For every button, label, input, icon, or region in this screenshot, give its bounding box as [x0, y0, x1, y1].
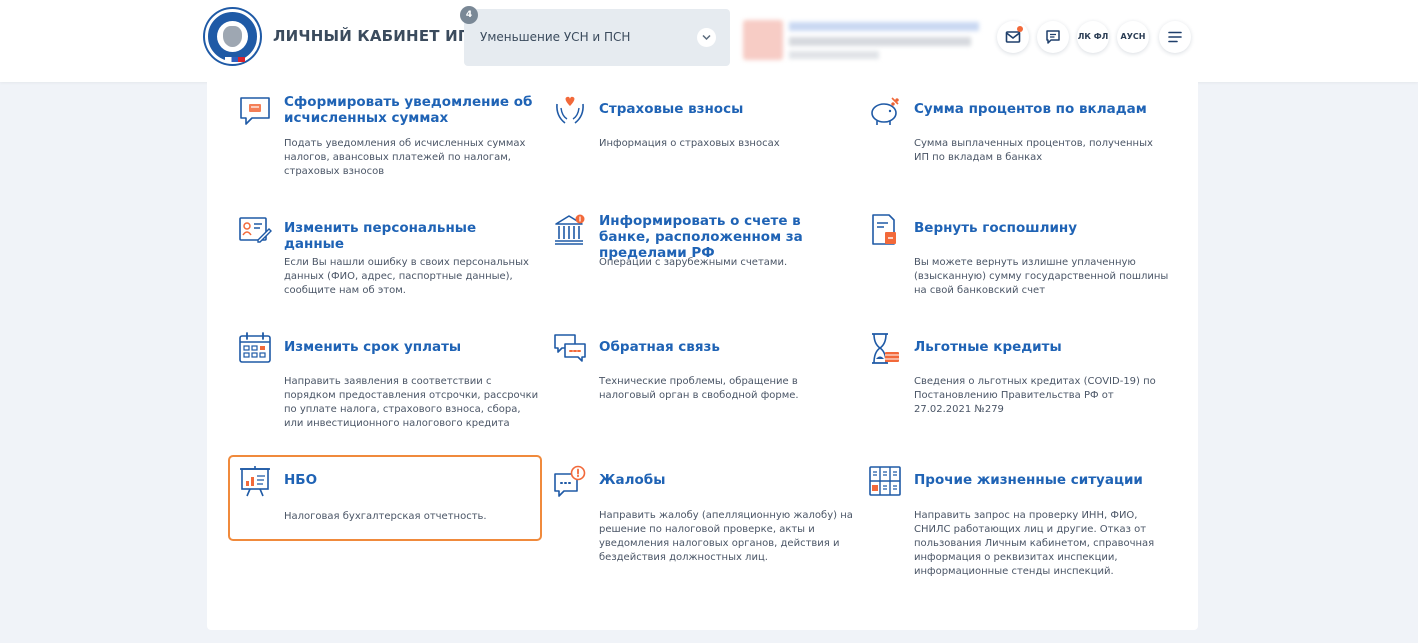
card-desc: Информация о страховых взносах [599, 138, 780, 149]
card-desc: Направить заявления в соответствии с пор… [284, 376, 539, 429]
lk-fl-button[interactable]: ЛК ФЛ [1077, 21, 1109, 53]
card-desc: Операции с зарубежными счетами. [599, 257, 788, 268]
hourglass-money-icon [872, 333, 899, 364]
complaint-bubble-icon [554, 465, 586, 497]
dropdown-selected-value: Уменьшение УСН и ПСН [480, 30, 631, 44]
chevron-down-icon[interactable] [697, 28, 716, 47]
piggy-bank-icon [871, 97, 899, 125]
card-desc: Технические проблемы, обращение в налого… [599, 376, 799, 401]
taxpayer-mode-dropdown[interactable]: 4 Уменьшение УСН и ПСН [460, 6, 730, 66]
card-title[interactable]: Вернуть госпошлину [914, 220, 1164, 236]
presentation-chart-icon [240, 466, 270, 497]
notification-icon [240, 97, 270, 125]
mail-button[interactable] [997, 21, 1029, 53]
card-title[interactable]: Жалобы [599, 472, 849, 488]
card-title[interactable]: Изменить срок уплаты [284, 339, 534, 355]
russian-flag-icon [225, 57, 245, 62]
card-desc: Сведения о льготных кредитах (COVID-19) … [914, 376, 1156, 415]
ausn-label: АУСН [1120, 32, 1146, 41]
eagle-emblem-icon [223, 26, 242, 47]
card-desc: Сумма выплаченных процентов, полученных … [914, 138, 1153, 163]
user-info-blurred[interactable] [743, 20, 979, 60]
lk-fl-label: ЛК ФЛ [1077, 32, 1109, 41]
card-title[interactable]: Сумма процентов по вкладам [914, 101, 1164, 117]
card-desc: Направить запрос на проверку ИНН, ФИО, С… [914, 510, 1155, 577]
user-name-blurred [789, 22, 979, 31]
card-desc: Вы можете вернуть излишне уплаченную (вз… [914, 257, 1169, 296]
message-icon [1046, 30, 1060, 44]
user-extra-blurred [789, 51, 879, 59]
user-inn-blurred [789, 37, 971, 46]
grid-list-icon [869, 466, 901, 496]
bank-icon [555, 214, 585, 245]
insurance-hands-icon [556, 96, 584, 124]
avatar [743, 20, 783, 60]
card-desc: Налоговая бухгалтерская отчетность. [284, 511, 487, 522]
card-title[interactable]: Страховые взносы [599, 101, 849, 117]
card-title[interactable]: Прочие жизненные ситуации [914, 472, 1164, 488]
document-refund-icon [872, 214, 896, 245]
menu-button[interactable] [1159, 21, 1191, 53]
card-desc: Подать уведомления об исчисленных суммах… [284, 138, 526, 177]
hamburger-menu-icon [1168, 31, 1182, 43]
dropdown-badge: 4 [460, 6, 478, 24]
card-title[interactable]: Обратная связь [599, 339, 849, 355]
chat-bubbles-icon [554, 334, 586, 362]
card-title[interactable]: Льготные кредиты [914, 339, 1164, 355]
messages-button[interactable] [1037, 21, 1069, 53]
notification-dot [1017, 26, 1023, 32]
card-title[interactable]: Информировать о счете в банке, расположе… [599, 213, 849, 261]
top-header: ЛИЧНЫЙ КАБИНЕТ ИП 4 Уменьшение УСН и ПСН… [0, 0, 1418, 82]
app-title: ЛИЧНЫЙ КАБИНЕТ ИП [273, 27, 471, 45]
card-title[interactable]: Изменить персональные данные [284, 220, 534, 252]
calendar-icon [239, 332, 271, 363]
ausn-button[interactable]: АУСН [1117, 21, 1149, 53]
fns-logo[interactable] [205, 9, 260, 64]
id-card-edit-icon [239, 217, 272, 243]
card-desc: Направить жалобу (апелляционную жалобу) … [599, 510, 853, 563]
card-desc: Если Вы нашли ошибку в своих персональны… [284, 257, 529, 296]
selected-card-highlight [228, 455, 542, 541]
card-title[interactable]: НБО [284, 472, 534, 488]
card-title[interactable]: Сформировать уведомление об исчисленных … [284, 94, 534, 126]
